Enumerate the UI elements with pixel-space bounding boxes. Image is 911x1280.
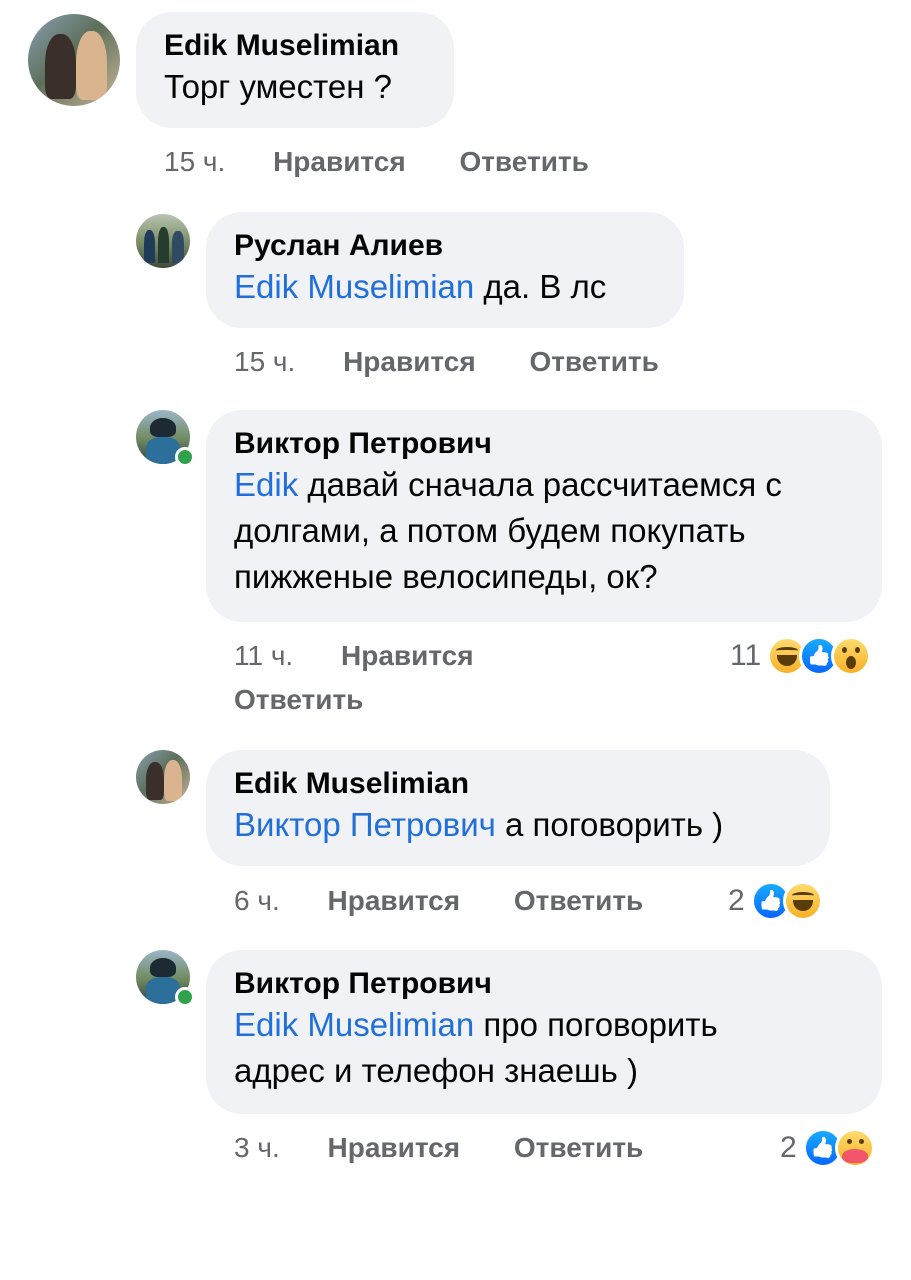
care-reaction-icon — [834, 1128, 875, 1168]
like-button[interactable]: Нравится — [273, 146, 406, 177]
like-button[interactable]: Нравится — [328, 885, 461, 916]
wow-reaction-icon — [831, 636, 872, 676]
comment-author[interactable]: Edik Muselimian — [164, 28, 424, 64]
comment-author[interactable]: Edik Muselimian — [234, 766, 800, 802]
online-status-indicator — [175, 987, 195, 1007]
avatar[interactable] — [136, 214, 190, 268]
mention-link[interactable]: Edik Muselimian — [234, 268, 474, 305]
mention-link[interactable]: Виктор Петрович — [234, 806, 496, 843]
comment-bubble: Руслан Алиев Edik Muselimian да. В лс — [206, 212, 684, 328]
online-status-indicator — [175, 447, 195, 467]
reply-button[interactable]: Ответить — [514, 885, 643, 916]
reaction-count: 2 — [780, 1131, 797, 1164]
comment-actions: 3 ч. Нравится Ответить — [234, 1130, 643, 1166]
comment-time[interactable]: 11 ч. — [234, 640, 293, 671]
comment-actions: 6 ч. Нравится Ответить — [234, 883, 643, 919]
reaction-count: 11 — [730, 639, 762, 672]
reply-button[interactable]: Ответить — [234, 684, 363, 715]
comment-bubble: Edik Muselimian Торг уместен ? — [136, 12, 454, 128]
comment-text: Edik давай сначала рассчитаемся с долгами… — [234, 466, 782, 595]
comment-bubble: Виктор Петрович Edik Muselimian про пого… — [206, 950, 882, 1114]
reply-button[interactable]: Ответить — [529, 346, 658, 377]
reply-button[interactable]: Ответить — [514, 1132, 643, 1163]
like-button[interactable]: Нравится — [341, 640, 474, 671]
comment-author[interactable]: Виктор Петрович — [234, 966, 852, 1002]
reaction-summary[interactable]: 2 — [780, 1128, 875, 1168]
reaction-summary[interactable]: 11 — [730, 636, 872, 676]
comment-actions-reply: Ответить — [234, 682, 363, 718]
comment-text: Торг уместен ? — [164, 68, 393, 105]
like-button[interactable]: Нравится — [328, 1132, 461, 1163]
comment-author[interactable]: Виктор Петрович — [234, 426, 852, 462]
comment-bubble: Виктор Петрович Edik давай сначала рассч… — [206, 410, 882, 622]
reaction-count: 2 — [728, 884, 745, 917]
avatar[interactable] — [136, 750, 190, 804]
mention-link[interactable]: Edik — [234, 466, 298, 503]
avatar[interactable] — [28, 14, 120, 106]
comment-text: Edik Muselimian про поговорить адрес и те… — [234, 1006, 718, 1089]
comment-actions: 15 ч. Нравится Ответить — [234, 344, 659, 380]
comment-time[interactable]: 15 ч. — [164, 146, 225, 177]
haha-reaction-icon — [782, 881, 823, 921]
comment-time[interactable]: 3 ч. — [234, 1132, 280, 1163]
like-button[interactable]: Нравится — [343, 346, 476, 377]
comment-actions: 15 ч. Нравится Ответить — [164, 144, 589, 180]
comment-text: Edik Muselimian да. В лс — [234, 268, 607, 305]
comment-text: Виктор Петрович а поговорить ) — [234, 806, 724, 843]
comment-author[interactable]: Руслан Алиев — [234, 228, 654, 264]
reaction-summary[interactable]: 2 — [728, 881, 823, 921]
comment-bubble: Edik Muselimian Виктор Петрович а погово… — [206, 750, 830, 866]
comment-actions: 11 ч. Нравится — [234, 638, 474, 674]
comment-time[interactable]: 6 ч. — [234, 885, 280, 916]
comment-time[interactable]: 15 ч. — [234, 346, 295, 377]
mention-link[interactable]: Edik Muselimian — [234, 1006, 474, 1043]
reply-button[interactable]: Ответить — [459, 146, 588, 177]
